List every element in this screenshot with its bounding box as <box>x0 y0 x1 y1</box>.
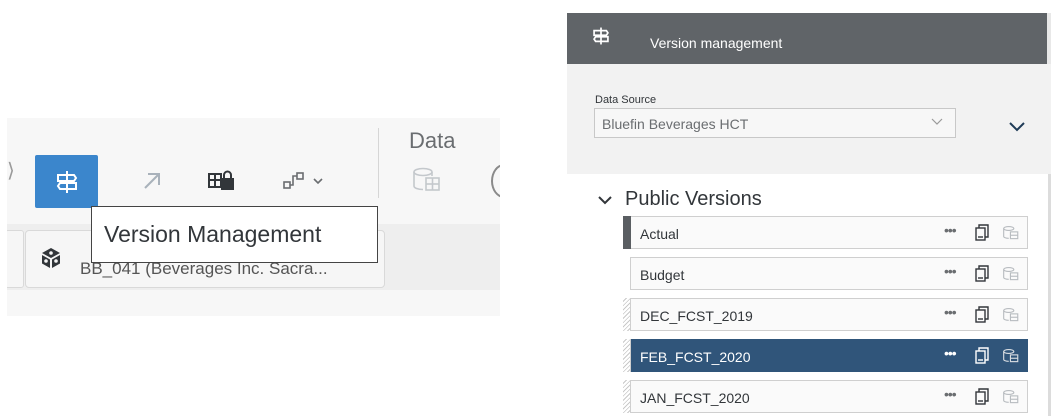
publish-data-icon[interactable] <box>1002 347 1020 365</box>
data-source-label: Data Source <box>595 94 657 106</box>
more-actions-icon[interactable]: ••• <box>944 263 957 279</box>
copy-version-icon[interactable] <box>974 306 990 324</box>
cube-icon <box>42 248 60 268</box>
more-actions-icon[interactable]: ••• <box>944 222 957 238</box>
version-name: Budget <box>640 267 685 283</box>
version-row-jan-fcst-2020[interactable]: JAN_FCST_2020 ••• <box>623 380 1028 413</box>
partial-left-icon: ⟩ <box>7 160 15 182</box>
publish-data-icon[interactable] <box>1002 388 1020 406</box>
lock-cells-button[interactable] <box>197 156 247 206</box>
public-versions-section: Public Versions Actual ••• Budget ••• DE… <box>567 174 1051 416</box>
panel-header: Version management <box>567 13 1051 64</box>
version-row-actual[interactable]: Actual ••• <box>623 216 1028 249</box>
arrow-up-right-icon <box>144 173 160 189</box>
version-marker <box>623 216 631 249</box>
version-row-dec-fcst-2019[interactable]: DEC_FCST_2019 ••• <box>623 298 1028 331</box>
version-row-budget[interactable]: Budget ••• <box>623 257 1028 290</box>
version-row-feb-fcst-2020[interactable]: FEB_FCST_2020 ••• <box>623 339 1028 372</box>
table-lock-icon <box>208 170 234 190</box>
version-management-button[interactable] <box>35 155 98 208</box>
version-name: FEB_FCST_2020 <box>640 349 751 365</box>
copy-version-icon[interactable] <box>974 265 990 283</box>
signpost-icon <box>56 170 77 193</box>
version-management-tooltip: Version Management <box>91 206 378 263</box>
version-management-panel: Version management Data Source Bluefin B… <box>567 13 1051 416</box>
toolbar-crop: ⟩ Data BB_041 (Beverages Inc. Sacra... V… <box>7 118 500 316</box>
link-dimensions-button[interactable] <box>279 156 329 206</box>
signpost-icon <box>593 27 609 45</box>
copy-version-icon[interactable] <box>974 347 990 365</box>
collapse-section-icon[interactable] <box>1009 122 1025 132</box>
data-group-label: Data <box>409 128 456 153</box>
version-marker <box>623 339 631 372</box>
more-actions-icon[interactable]: ••• <box>944 345 957 361</box>
publish-data-icon[interactable] <box>1002 265 1020 283</box>
publish-data-icon[interactable] <box>1002 306 1020 324</box>
more-actions-icon[interactable]: ••• <box>944 304 957 320</box>
database-icon[interactable] <box>411 165 443 195</box>
more-actions-icon[interactable]: ••• <box>944 386 957 402</box>
version-name: Actual <box>640 226 679 242</box>
copy-version-icon[interactable] <box>974 388 990 406</box>
previous-tab[interactable] <box>7 230 24 288</box>
version-name: DEC_FCST_2019 <box>640 308 753 324</box>
copy-version-icon[interactable] <box>974 224 990 242</box>
version-name: JAN_FCST_2020 <box>640 390 750 406</box>
data-source-value: Bluefin Beverages HCT <box>602 116 749 132</box>
chevron-down-icon[interactable] <box>598 196 612 206</box>
chevron-down-icon <box>931 118 943 125</box>
toolbar-separator <box>378 128 379 198</box>
panel-title: Version management <box>650 35 783 51</box>
data-source-section: Data Source Bluefin Beverages HCT <box>567 64 1051 174</box>
panel-edge <box>1047 13 1051 64</box>
version-marker <box>623 298 631 331</box>
publish-data-icon[interactable] <box>1002 224 1020 242</box>
version-marker <box>623 257 631 290</box>
partial-help-icon <box>491 164 500 198</box>
data-source-select[interactable]: Bluefin Beverages HCT <box>594 108 956 138</box>
open-in-new-button[interactable] <box>127 156 177 206</box>
link-icon <box>283 172 323 189</box>
scrollbar[interactable] <box>1048 174 1051 416</box>
public-versions-title: Public Versions <box>625 188 762 210</box>
version-marker <box>623 380 631 413</box>
